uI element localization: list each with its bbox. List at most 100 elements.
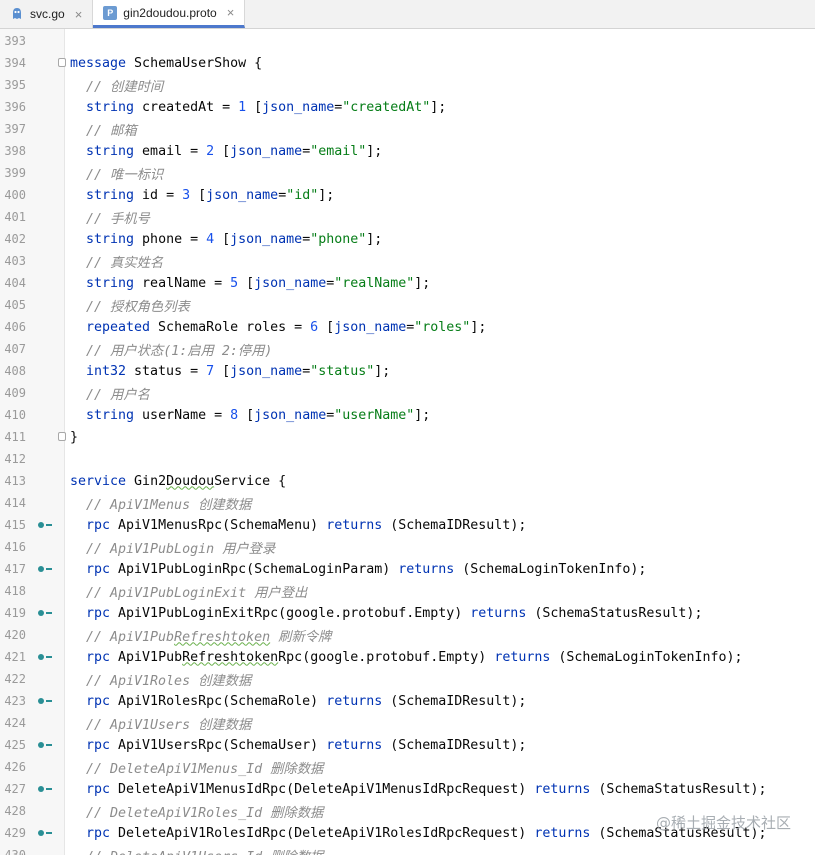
code-line[interactable]: 395 // 创建时间 (0, 74, 815, 96)
code-token: ]; (366, 143, 383, 159)
code-token: returns (534, 825, 591, 841)
line-number: 427 (4, 782, 26, 796)
implementation-icon[interactable] (38, 564, 52, 574)
tab-svc-go[interactable]: svc.go × (0, 0, 94, 28)
code-line[interactable]: 403 // 真实姓名 (0, 250, 815, 272)
code-token: returns (326, 517, 383, 533)
code-token: Refreshtoken (182, 649, 279, 665)
code-token: "createdAt" (342, 99, 431, 115)
code-line[interactable]: 430 // DeleteApiV1Users_Id 删除数据 (0, 844, 815, 855)
code-line[interactable]: 401 // 手机号 (0, 206, 815, 228)
code-line[interactable]: 419 rpc ApiV1PubLoginExitRpc(google.proto… (0, 602, 815, 624)
code-token: userName = (134, 407, 231, 423)
implementation-icon[interactable] (38, 652, 52, 662)
code-token: json_name (230, 363, 303, 379)
code-token: // ApiV1Roles 创建数据 (86, 673, 252, 689)
implementation-icon[interactable] (38, 740, 52, 750)
code-text: rpc ApiV1PubLoginExitRpc(google.protobuf… (80, 606, 702, 621)
implementation-icon[interactable] (38, 696, 52, 706)
code-line[interactable]: 396 string createdAt = 1 [json_name="crea… (0, 96, 815, 118)
line-number: 429 (4, 826, 26, 840)
code-line[interactable]: 410 string userName = 8 [json_name="userN… (0, 404, 815, 426)
code-line[interactable]: 417 rpc ApiV1PubLoginRpc(SchemaLoginParam… (0, 558, 815, 580)
code-text: // 唯一标识 (80, 164, 163, 183)
code-token: json_name (262, 99, 335, 115)
code-token: service (70, 473, 127, 489)
gutter-icon-slot (26, 360, 64, 382)
code-line[interactable]: 418 // ApiV1PubLoginExit 用户登出 (0, 580, 815, 602)
code-line[interactable]: 394 message SchemaUserShow { (0, 52, 815, 74)
gutter-icon-slot (26, 316, 64, 338)
code-line[interactable]: 398 string email = 2 [json_name="email"]; (0, 140, 815, 162)
code-token: json_name (254, 275, 327, 291)
code-line[interactable]: 426 // DeleteApiV1Menus_Id 删除数据 (0, 756, 815, 778)
code-line[interactable]: 400 string id = 3 [json_name="id"]; (0, 184, 815, 206)
code-token: rpc (86, 561, 111, 577)
gutter-icon-slot (26, 140, 64, 162)
gutter-icon-slot (26, 756, 64, 778)
code-line[interactable]: 423 rpc ApiV1RolesRpc(SchemaRole) returns… (0, 690, 815, 712)
code-line[interactable]: 416 // ApiV1PubLogin 用户登录 (0, 536, 815, 558)
code-text: // 手机号 (80, 208, 150, 227)
line-number: 400 (4, 188, 26, 202)
code-token: ]; (414, 275, 431, 291)
code-token: // 真实姓名 (86, 255, 164, 271)
code-editor[interactable]: 393 394 message SchemaUserShow {395 // 创建时间… (0, 29, 815, 855)
line-number: 425 (4, 738, 26, 752)
fold-icon[interactable] (58, 432, 66, 441)
code-line[interactable]: 425 rpc ApiV1UsersRpc(SchemaUser) returns… (0, 734, 815, 756)
fold-icon[interactable] (58, 58, 66, 67)
code-line[interactable]: 413 service Gin2DoudouService { (0, 470, 815, 492)
code-token: "id" (286, 187, 319, 203)
code-token: 6 (310, 319, 319, 335)
gutter-icon-slot (26, 580, 64, 602)
code-line[interactable]: 399 // 唯一标识 (0, 162, 815, 184)
tab-gin2doudou-proto[interactable]: P gin2doudou.proto × (93, 0, 246, 28)
close-icon[interactable]: × (227, 6, 235, 19)
code-line[interactable]: 405 // 授权角色列表 (0, 294, 815, 316)
gutter-icon-slot (26, 668, 64, 690)
gutter-icon-slot (26, 250, 64, 272)
code-token: json_name (206, 187, 279, 203)
line-number: 403 (4, 254, 26, 268)
code-line[interactable]: 407 // 用户状态(1:启用 2:停用) (0, 338, 815, 360)
implementation-icon[interactable] (38, 608, 52, 618)
line-number: 406 (4, 320, 26, 334)
implementation-icon[interactable] (38, 520, 52, 530)
close-icon[interactable]: × (75, 8, 83, 21)
code-line[interactable]: 424 // ApiV1Users 创建数据 (0, 712, 815, 734)
implementation-icon[interactable] (38, 828, 52, 838)
code-token: string (86, 99, 135, 115)
code-text: rpc ApiV1UsersRpc(SchemaUser) returns (S… (80, 738, 526, 753)
code-line[interactable]: 414 // ApiV1Menus 创建数据 (0, 492, 815, 514)
implementation-icon[interactable] (38, 784, 52, 794)
code-token: ApiV1RolesRpc(SchemaRole) (110, 693, 327, 709)
code-token: // DeleteApiV1Menus_Id 删除数据 (86, 761, 324, 777)
code-text: // ApiV1PubRefreshtoken 刷新令牌 (80, 626, 331, 645)
line-number: 397 (4, 122, 26, 136)
code-token: phone = (134, 231, 207, 247)
code-text: rpc DeleteApiV1MenusIdRpc(DeleteApiV1Men… (80, 782, 767, 797)
line-number: 430 (4, 848, 26, 855)
code-line[interactable]: 402 string phone = 4 [json_name="phone"]; (0, 228, 815, 250)
code-line[interactable]: 422 // ApiV1Roles 创建数据 (0, 668, 815, 690)
code-token: json_name (230, 143, 303, 159)
line-number: 413 (4, 474, 26, 488)
code-token: [ (214, 143, 231, 159)
gutter-icon-slot (26, 514, 64, 536)
code-line[interactable]: 427 rpc DeleteApiV1MenusIdRpc(DeleteApiV1… (0, 778, 815, 800)
code-line[interactable]: 404 string realName = 5 [json_name="realN… (0, 272, 815, 294)
code-line[interactable]: 420 // ApiV1PubRefreshtoken 刷新令牌 (0, 624, 815, 646)
code-line[interactable]: 411} (0, 426, 815, 448)
code-text: // ApiV1Menus 创建数据 (80, 494, 251, 513)
code-line[interactable]: 421 rpc ApiV1PubRefreshtokenRpc(google.pr… (0, 646, 815, 668)
code-line[interactable]: 415 rpc ApiV1MenusRpc(SchemaMenu) returns… (0, 514, 815, 536)
code-token: Doudou (166, 473, 215, 489)
code-line[interactable]: 393 (0, 30, 815, 52)
code-line[interactable]: 412 (0, 448, 815, 470)
code-line[interactable]: 397 // 邮箱 (0, 118, 815, 140)
code-token: returns (470, 605, 527, 621)
code-line[interactable]: 409 // 用户名 (0, 382, 815, 404)
code-line[interactable]: 406 repeated SchemaRole roles = 6 [json_n… (0, 316, 815, 338)
code-line[interactable]: 408 int32 status = 7 [json_name="status"]… (0, 360, 815, 382)
